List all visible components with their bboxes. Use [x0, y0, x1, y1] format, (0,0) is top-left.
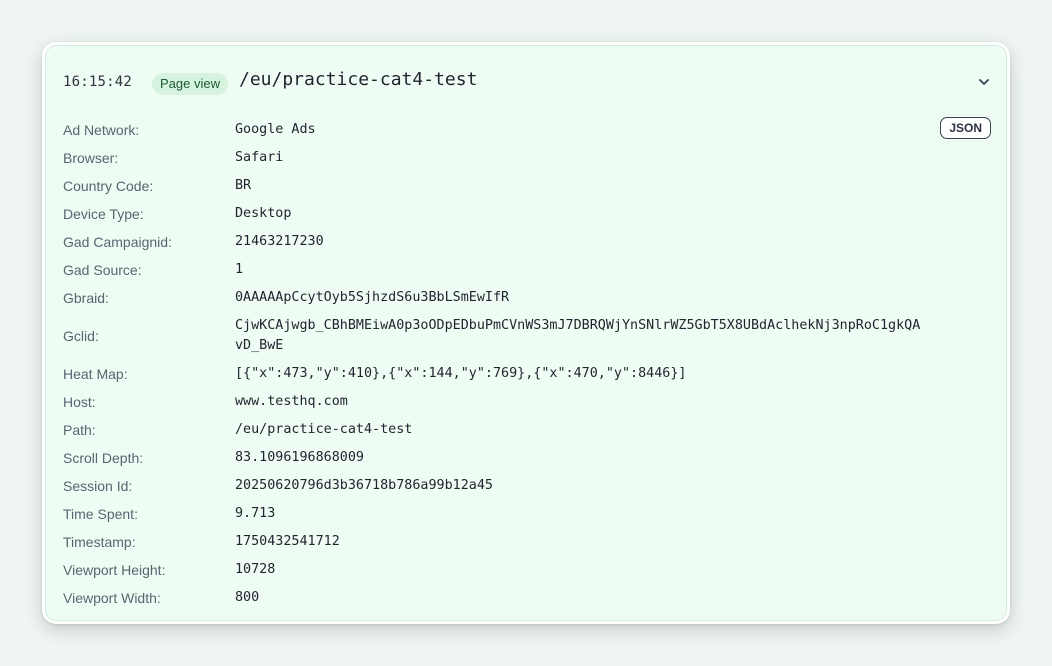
property-value: www.testhq.com	[235, 394, 348, 409]
chevron-down-icon[interactable]	[976, 74, 992, 90]
property-label: Gad Campaignid:	[63, 234, 172, 250]
property-row-host: Host: www.testhq.com	[63, 388, 926, 416]
property-row-heat-map: Heat Map: [{"x":473,"y":410},{"x":144,"y…	[63, 360, 926, 388]
property-row-timestamp: Timestamp: 1750432541712	[63, 528, 926, 556]
property-value: 9.713	[235, 506, 276, 521]
chevron-down-icon-svg	[979, 79, 989, 85]
property-label: Ad Network:	[63, 122, 140, 138]
property-value: Safari	[235, 150, 284, 165]
property-label: Viewport Height:	[63, 562, 166, 578]
property-value: 20250620796d3b36718b786a99b12a45	[235, 478, 493, 493]
property-value: BR	[235, 178, 252, 193]
property-row-path: Path: /eu/practice-cat4-test	[63, 416, 926, 444]
json-button[interactable]: JSON	[940, 117, 991, 139]
property-label: Gbraid:	[63, 290, 109, 306]
property-label: Host:	[63, 394, 96, 410]
property-list: Ad Network: Google Ads Browser: Safari C…	[63, 116, 926, 612]
property-row-viewport-height: Viewport Height: 10728	[63, 556, 926, 584]
property-value: 83.1096196868009	[235, 450, 364, 465]
property-row-viewport-width: Viewport Width: 800	[63, 584, 926, 612]
property-label: Path:	[63, 422, 96, 438]
property-value: Google Ads	[235, 122, 316, 137]
property-row-gclid: Gclid: CjwKCAjwgb_CBhBMEiwA0p3oODpEDbuPm…	[63, 312, 926, 360]
property-label: Session Id:	[63, 478, 133, 494]
property-label: Viewport Width:	[63, 590, 161, 606]
property-label: Scroll Depth:	[63, 450, 144, 466]
property-value: /eu/practice-cat4-test	[235, 422, 413, 437]
event-card-body: 16:15:42 Page view /eu/practice-cat4-tes…	[45, 45, 1007, 621]
property-value: [{"x":473,"y":410},{"x":144,"y":769},{"x…	[235, 366, 687, 381]
property-row-gad-campaignid: Gad Campaignid: 21463217230	[63, 228, 926, 256]
property-label: Heat Map:	[63, 366, 128, 382]
property-row-gbraid: Gbraid: 0AAAAApCcytOyb5SjhzdS6u3BbLSmEwI…	[63, 284, 926, 312]
property-label: Device Type:	[63, 206, 144, 222]
property-value: Desktop	[235, 206, 292, 221]
property-row-scroll-depth: Scroll Depth: 83.1096196868009	[63, 444, 926, 472]
property-row-session-id: Session Id: 20250620796d3b36718b786a99b1…	[63, 472, 926, 500]
event-type-badge: Page view	[152, 73, 228, 95]
property-label: Timestamp:	[63, 534, 136, 550]
property-row-country-code: Country Code: BR	[63, 172, 926, 200]
event-header[interactable]: 16:15:42 Page view /eu/practice-cat4-tes…	[46, 46, 1006, 122]
property-label: Browser:	[63, 150, 119, 166]
event-card: 16:15:42 Page view /eu/practice-cat4-tes…	[42, 42, 1010, 624]
property-value: CjwKCAjwgb_CBhBMEiwA0p3oODpEDbuPmCVnWS3m…	[235, 318, 921, 353]
property-value: 21463217230	[235, 234, 324, 249]
property-value: 1750432541712	[235, 534, 340, 549]
event-time: 16:15:42	[63, 74, 133, 90]
property-value: 1	[235, 262, 244, 277]
property-row-device-type: Device Type: Desktop	[63, 200, 926, 228]
property-value: 800	[235, 590, 260, 605]
property-value: 0AAAAApCcytOyb5SjhzdS6u3BbLSmEwIfR	[235, 290, 510, 305]
property-row-gad-source: Gad Source: 1	[63, 256, 926, 284]
event-path-title: /eu/practice-cat4-test	[239, 69, 478, 90]
property-row-time-spent: Time Spent: 9.713	[63, 500, 926, 528]
property-label: Time Spent:	[63, 506, 138, 522]
property-row-ad-network: Ad Network: Google Ads	[63, 116, 926, 144]
property-label: Country Code:	[63, 178, 154, 194]
property-label: Gad Source:	[63, 262, 142, 278]
property-row-browser: Browser: Safari	[63, 144, 926, 172]
property-label: Gclid:	[63, 328, 99, 344]
property-value: 10728	[235, 562, 276, 577]
